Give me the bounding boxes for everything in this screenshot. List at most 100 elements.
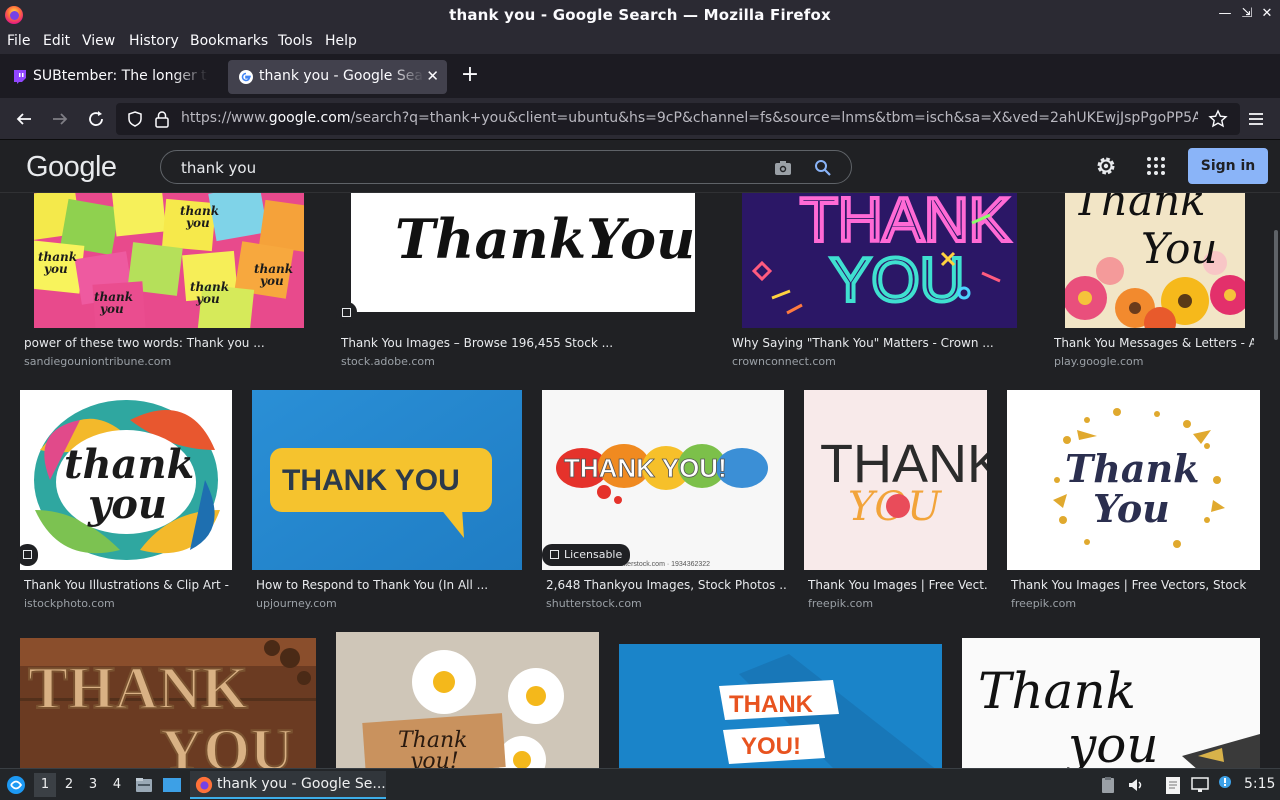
image-lettering: THANK (28, 655, 248, 721)
result-source[interactable]: shutterstock.com (546, 597, 642, 610)
maximize-icon[interactable]: ⇲ (1240, 6, 1254, 22)
result-caption[interactable]: Why Saying "Thank You" Matters - Crown .… (732, 336, 1032, 350)
tab-google-search[interactable]: thank you - Google Search ✕ (228, 60, 447, 94)
result-image-shutterstock[interactable]: THANK YOU! shutterstock.com · 1934362322 (542, 390, 784, 570)
menu-history[interactable]: History (129, 33, 179, 49)
network-icon[interactable] (1190, 776, 1210, 794)
calligraphy-thank-you-image: Thank you (962, 638, 1260, 768)
daisy-thank-you-image: Thank you! (336, 632, 599, 768)
google-logo[interactable]: Google (26, 151, 117, 184)
result-image-freepik-2[interactable]: Thank You (1007, 390, 1260, 570)
taskbar-firefox-window[interactable]: thank you - Google Se... (190, 771, 386, 799)
result-image-play[interactable]: Thank You (1065, 193, 1245, 328)
workspace-4[interactable]: 4 (106, 773, 128, 797)
workspace-2[interactable]: 2 (58, 773, 80, 797)
search-box (160, 150, 852, 184)
result-source[interactable]: freepik.com (808, 597, 873, 610)
pastel-thank-you-image: THANK YOU (804, 390, 987, 570)
new-tab-button[interactable]: + (458, 64, 482, 88)
sign-in-button[interactable]: Sign in (1188, 148, 1268, 184)
result-image-crown[interactable]: THANK YOU (742, 193, 1017, 328)
result-image-wood[interactable]: THANK YOU (20, 638, 316, 768)
result-caption[interactable]: Thank You Images – Browse 196,455 Stock … (341, 336, 701, 350)
result-image-upjourney[interactable]: THANK YOU (252, 390, 522, 570)
url-bar[interactable]: https://www.google.com/search?q=thank+yo… (116, 103, 1240, 135)
google-apps-icon[interactable] (1144, 154, 1168, 178)
result-image-daisy[interactable]: Thank you! (336, 632, 599, 768)
result-source[interactable]: crownconnect.com (732, 355, 836, 368)
google-g-icon (239, 70, 253, 84)
forward-button[interactable] (48, 107, 72, 131)
search-input[interactable] (181, 158, 761, 178)
url-text[interactable]: https://www.google.com/search?q=thank+yo… (181, 110, 1198, 126)
result-image-istock[interactable]: thank you (20, 390, 232, 570)
show-desktop-icon[interactable] (162, 776, 182, 794)
search-icon[interactable] (813, 158, 833, 178)
shield-icon[interactable] (126, 110, 144, 128)
tab-label: thank you - Google Search (259, 68, 424, 84)
app-menu-button[interactable] (1244, 107, 1268, 131)
page-scrollbar[interactable] (1274, 230, 1278, 340)
camera-search-icon[interactable] (773, 158, 793, 178)
reload-button[interactable] (84, 107, 108, 131)
menu-bookmarks[interactable]: Bookmarks (190, 33, 268, 49)
result-image-freepik-1[interactable]: THANK YOU (804, 390, 987, 570)
twitch-icon (14, 70, 26, 84)
result-source[interactable]: play.google.com (1054, 355, 1143, 368)
tab-subtember[interactable]: SUBtember: The longer the (2, 60, 224, 94)
back-button[interactable] (12, 107, 36, 131)
image-lettering: YOU! (741, 733, 801, 760)
close-window-icon[interactable]: ✕ (1260, 6, 1274, 22)
result-caption[interactable]: power of these two words: Thank you ... (24, 336, 324, 350)
image-lettering: Thank (1065, 446, 1199, 491)
forward-arrow-icon (53, 113, 68, 125)
result-caption[interactable]: Thank You Images | Free Vect... (808, 578, 988, 592)
result-image-ribbon[interactable]: THANK YOU! (619, 644, 942, 768)
notes-icon[interactable] (1163, 775, 1183, 795)
sticky-note-text: you (259, 274, 284, 288)
result-caption[interactable]: Thank You Illustrations & Clip Art - i..… (24, 578, 229, 592)
volume-icon[interactable] (1127, 776, 1145, 794)
menu-tools[interactable]: Tools (278, 33, 313, 49)
image-lettering: THANK YOU! (564, 453, 727, 483)
tab-label: SUBtember: The longer the (33, 68, 208, 84)
result-source[interactable]: freepik.com (1011, 597, 1076, 610)
result-caption[interactable]: How to Respond to Thank You (In All ... (256, 578, 536, 592)
workspace-1[interactable]: 1 (34, 773, 56, 797)
sticky-notes-image: thank you thank you thank you thank you … (34, 193, 304, 328)
tab-close-icon[interactable]: ✕ (426, 67, 439, 85)
menu-edit[interactable]: Edit (43, 33, 70, 49)
clock: 5:15 (1244, 776, 1276, 792)
result-source[interactable]: upjourney.com (256, 597, 337, 610)
start-menu-icon[interactable] (6, 775, 26, 795)
result-image-script[interactable]: Thank you (962, 638, 1260, 768)
gold-confetti-thank-you-image: Thank You (1007, 390, 1260, 570)
image-lettering: You (1141, 224, 1217, 273)
result-image-adobe[interactable]: ThankYou! (351, 193, 695, 312)
sticky-note-text: you (195, 292, 220, 306)
result-image-sticky-notes[interactable]: thank you thank you thank you thank you … (34, 193, 304, 328)
menu-file[interactable]: File (7, 33, 30, 49)
ribbon-banner-image: THANK YOU! (619, 644, 942, 768)
file-manager-icon[interactable] (135, 776, 153, 794)
google-header: Google Sign in (0, 141, 1280, 193)
result-caption[interactable]: 2,648 Thankyou Images, Stock Photos ... (546, 578, 786, 592)
minimize-icon[interactable]: — (1218, 6, 1232, 22)
result-source[interactable]: sandiegouniontribune.com (24, 355, 171, 368)
menu-view[interactable]: View (82, 33, 115, 49)
result-source[interactable]: istockphoto.com (24, 597, 115, 610)
sticky-note-text: you (99, 302, 124, 316)
navigation-bar: https://www.google.com/search?q=thank+yo… (0, 98, 1280, 140)
menu-help[interactable]: Help (325, 33, 357, 49)
settings-gear-icon[interactable] (1094, 154, 1118, 178)
image-lettering: Thank (1073, 193, 1206, 225)
clipboard-icon[interactable] (1100, 776, 1116, 794)
result-caption[interactable]: Thank You Messages & Letters - A... (1054, 336, 1254, 350)
result-source[interactable]: stock.adobe.com (341, 355, 435, 368)
notification-icon[interactable] (1216, 774, 1234, 794)
bookmark-star-icon[interactable] (1208, 109, 1228, 129)
result-caption[interactable]: Thank You Images | Free Vectors, Stock .… (1011, 578, 1251, 592)
image-lettering: you! (409, 749, 459, 768)
lock-icon[interactable] (154, 110, 170, 128)
workspace-3[interactable]: 3 (82, 773, 104, 797)
